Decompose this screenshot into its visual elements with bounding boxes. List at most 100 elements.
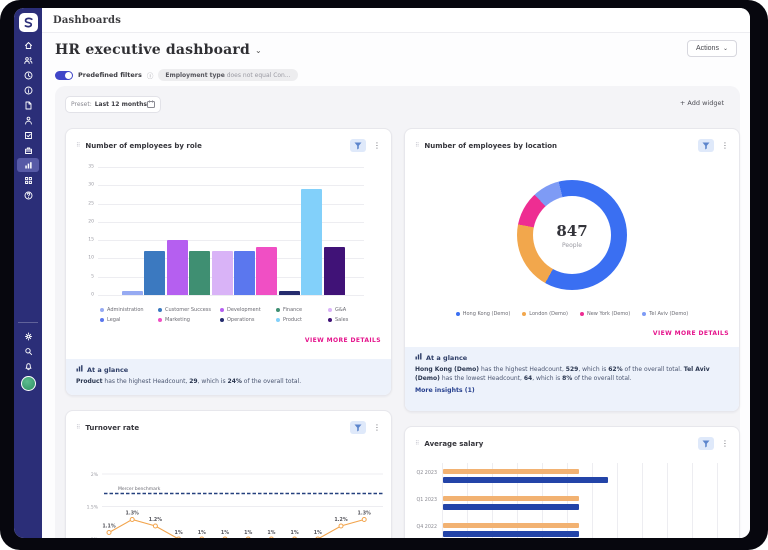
documents-icon [25, 101, 31, 109]
legend-item[interactable]: New York (Demo) [579, 311, 630, 317]
bar-legal [234, 251, 255, 295]
bar-chart: 35 30 25 20 15 10 5 0 [88, 165, 364, 298]
kebab-menu-icon[interactable]: ⋮ [721, 141, 729, 150]
chart-legend: Hong Kong (Demo) London (Demo) New York (D… [405, 311, 739, 317]
search-icon [24, 347, 32, 355]
filter-funnel-button[interactable] [698, 437, 714, 450]
category-label: Q1 2023 [416, 498, 437, 503]
gridline [98, 221, 364, 223]
glance-text: Hong Kong (Demo) has the highest Headcou… [415, 366, 710, 382]
sidebar-item-tasks[interactable] [17, 128, 39, 142]
view-more-details-link[interactable]: VIEW MORE DETAILS [305, 337, 381, 344]
page-title: Dashboards [53, 14, 122, 26]
gridline [98, 185, 364, 187]
svg-text:1%: 1% [175, 530, 183, 536]
salary-row: Q2 2023 [415, 463, 731, 490]
filter-funnel-button[interactable] [698, 139, 714, 152]
legend-item[interactable]: Product [276, 317, 328, 323]
drag-handle-icon[interactable]: ⠿ [415, 142, 419, 149]
axis-tick-label: 15 [88, 237, 94, 243]
drag-handle-icon[interactable]: ⠿ [76, 142, 80, 149]
bar-development [166, 240, 188, 295]
legend-item[interactable]: G&A [328, 307, 368, 313]
bar-g-a [211, 251, 233, 295]
bar-operations [278, 291, 300, 295]
info-icon[interactable]: ⓘ [147, 70, 154, 80]
sidebar-item-home[interactable] [17, 38, 39, 52]
more-insights-link[interactable]: More insights (1) [415, 387, 729, 394]
svg-text:1.1%: 1.1% [102, 524, 115, 530]
benchmark-label: Mercer benchmark [118, 486, 161, 492]
bar-series-1 [443, 469, 580, 474]
donut-total-label: People [562, 241, 582, 249]
notifications-icon [25, 362, 31, 370]
legend-item[interactable]: Legal [100, 317, 158, 323]
axis-tick-label: 35 [88, 164, 94, 170]
axis-tick-label: 0 [91, 292, 94, 298]
kebab-menu-icon[interactable]: ⋮ [373, 423, 381, 432]
kebab-menu-icon[interactable]: ⋮ [373, 141, 381, 150]
predefined-filters-toggle[interactable] [55, 70, 73, 80]
legend-dot [276, 318, 280, 322]
sidebar-item-search[interactable] [17, 344, 39, 358]
sidebar-item-people[interactable] [17, 53, 39, 67]
legend-dot [100, 318, 104, 322]
bar-series-2 [443, 476, 608, 483]
sidebar-item-analytics[interactable] [17, 158, 39, 172]
axis-tick-label: 20 [88, 219, 94, 225]
actions-button[interactable]: Actions ⌄ [687, 40, 737, 57]
filter-chip[interactable]: Employment type does not equal Con... [158, 69, 298, 81]
salary-row: Q1 2023 [415, 490, 731, 517]
donut-total: 847 [556, 221, 588, 240]
add-widget-button[interactable]: + Add widget [680, 99, 724, 107]
sidebar-footer [14, 316, 42, 394]
legend-item[interactable]: Operations [220, 317, 276, 323]
sidebar-item-talent[interactable] [17, 113, 39, 127]
user-avatar[interactable] [20, 376, 36, 391]
settings-icon [24, 332, 32, 340]
axis-tick-label: 30 [88, 182, 94, 188]
app-logo-icon[interactable] [18, 13, 38, 32]
glance-icon [415, 353, 422, 362]
legend-item[interactable]: Administration [100, 307, 158, 313]
legend-dot [328, 308, 332, 312]
filter-funnel-button[interactable] [350, 139, 366, 152]
legend-item[interactable]: Finance [276, 307, 328, 313]
app-window: Dashboards HR executive dashboard ⌄ Acti… [14, 8, 750, 538]
preset-select[interactable]: Preset: Last 12 months [65, 96, 161, 113]
legend-item[interactable]: Development [220, 307, 276, 313]
legend-dot [579, 312, 584, 316]
legend-item[interactable]: Sales [328, 317, 368, 323]
sidebar-item-apps[interactable] [17, 173, 39, 187]
dashboard-title-row[interactable]: HR executive dashboard ⌄ [55, 42, 262, 58]
legend-item[interactable]: Tel Aviv (Demo) [642, 311, 688, 317]
view-more-details-link[interactable]: VIEW MORE DETAILS [653, 330, 729, 337]
sidebar-item-documents[interactable] [17, 98, 39, 112]
category-label: Q4 2022 [416, 525, 437, 530]
tasks-icon [24, 131, 32, 139]
legend-dot [100, 308, 104, 312]
gridline [98, 240, 364, 242]
chevron-down-icon[interactable]: ⌄ [255, 46, 262, 55]
axis-tick-label: 5 [91, 274, 94, 280]
sidebar-item-notifications[interactable] [17, 359, 39, 373]
drag-handle-icon[interactable]: ⠿ [76, 424, 80, 431]
sidebar-item-company[interactable] [17, 143, 39, 157]
sidebar-item-help[interactable] [17, 188, 39, 202]
widget-average-salary: ⠿ Average salary ⋮ Q2 2023 Q1 2023 Q4 2022 [404, 426, 740, 538]
widget-employees-by-role: ⠿ Number of employees by role ⋮ 35 30 25 20… [65, 128, 392, 396]
widget-title: Average salary [424, 439, 484, 448]
legend-item[interactable]: Marketing [158, 317, 220, 323]
filter-funnel-button[interactable] [350, 421, 366, 434]
legend-dot [642, 312, 647, 316]
sidebar-item-settings[interactable] [17, 329, 39, 343]
legend-item[interactable]: Hong Kong (Demo) [455, 311, 510, 317]
legend-item[interactable]: Customer Success [158, 307, 220, 313]
legend-item[interactable]: London (Demo) [522, 311, 568, 317]
sidebar-item-info[interactable] [17, 83, 39, 97]
line-chart: 2% 1.5% 1% Mercer benchmark 1.1% 1.3% 1.2% 1% 1%… [66, 437, 391, 538]
drag-handle-icon[interactable]: ⠿ [415, 440, 419, 447]
kebab-menu-icon[interactable]: ⋮ [721, 439, 729, 448]
sidebar-item-time[interactable] [17, 68, 39, 82]
calendar-icon [147, 100, 155, 110]
